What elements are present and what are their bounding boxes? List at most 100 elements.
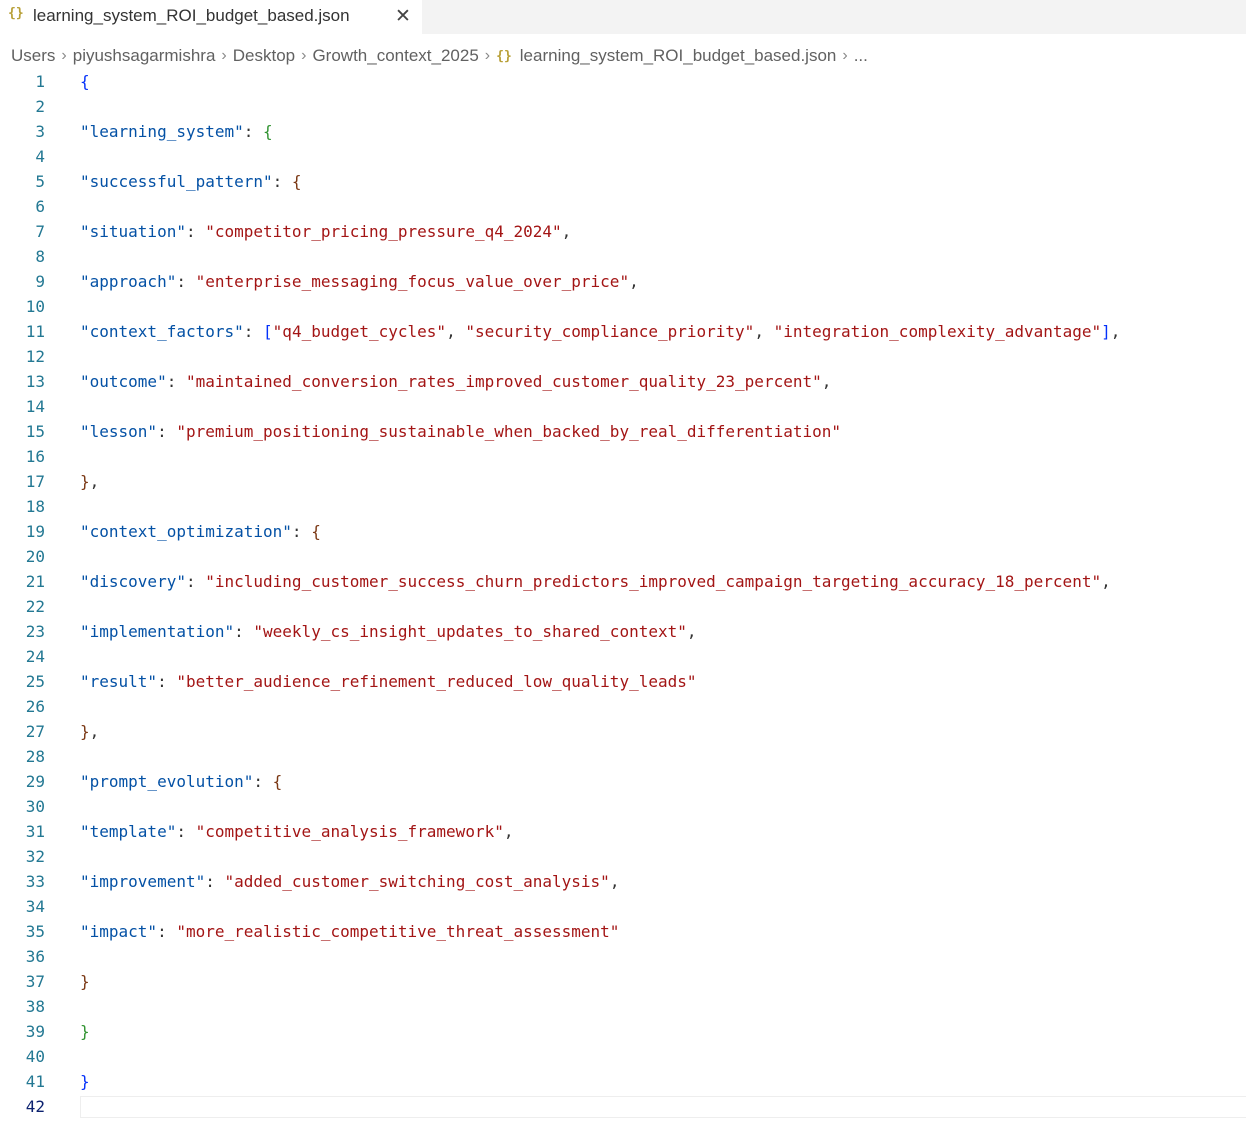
code-line[interactable]: 7 "situation": "competitor_pricing_pressu… [0, 220, 1246, 245]
code-token: "context_factors" [80, 322, 244, 341]
code-line[interactable]: 30 [0, 795, 1246, 820]
code-token: , [821, 372, 832, 391]
code-token: "added_customer_switching_cost_analysis" [224, 872, 610, 891]
breadcrumb-item-folder[interactable]: Growth_context_2025 [312, 46, 478, 66]
code-line[interactable]: 31 "template": "competitive_analysis_fram… [0, 820, 1246, 845]
line-number: 8 [35, 247, 45, 266]
code-line[interactable]: 28 [0, 745, 1246, 770]
code-line[interactable]: 16 [0, 445, 1246, 470]
code-token: , [89, 722, 100, 741]
code-line[interactable]: 36 [0, 945, 1246, 970]
breadcrumb-item-user[interactable]: piyushsagarmishra [73, 46, 216, 66]
code-line[interactable]: 18 [0, 495, 1246, 520]
line-number: 30 [25, 797, 45, 816]
line-content: } [80, 1022, 90, 1041]
breadcrumb-item-desktop[interactable]: Desktop [233, 46, 295, 66]
code-line[interactable]: 9 "approach": "enterprise_messaging_focus… [0, 270, 1246, 295]
code-token: : [234, 622, 254, 641]
code-line[interactable]: 14 [0, 395, 1246, 420]
line-content: "outcome": "maintained_conversion_rates_… [80, 372, 831, 391]
line-number: 16 [25, 447, 45, 466]
line-content: "lesson": "premium_positioning_sustainab… [80, 422, 841, 441]
code-line[interactable]: 38 [0, 995, 1246, 1020]
code-token: "context_optimization" [80, 522, 292, 541]
code-line[interactable]: 21 "discovery": "including_customer_succe… [0, 570, 1246, 595]
code-line[interactable]: 12 [0, 345, 1246, 370]
code-line[interactable]: 29 "prompt_evolution": { [0, 770, 1246, 795]
code-line[interactable]: 6 [0, 195, 1246, 220]
line-content: "prompt_evolution": { [80, 772, 282, 791]
code-token: "more_realistic_competitive_threat_asses… [176, 922, 620, 941]
code-token: "maintained_conversion_rates_improved_cu… [185, 372, 822, 391]
line-number: 4 [35, 147, 45, 166]
line-number: 23 [25, 622, 45, 641]
code-token: : [157, 922, 177, 941]
line-number: 1 [35, 72, 45, 91]
code-token: { [80, 72, 90, 91]
breadcrumb-item-file[interactable]: learning_system_ROI_budget_based.json [520, 46, 837, 66]
code-line[interactable]: 26 [0, 695, 1246, 720]
line-number: 9 [35, 272, 45, 291]
code-token: { [272, 772, 283, 791]
code-line[interactable]: 17}, [0, 470, 1246, 495]
code-line[interactable]: 25 "result": "better_audience_refinement_… [0, 670, 1246, 695]
code-line[interactable]: 19 "context_optimization": { [0, 520, 1246, 545]
code-token: } [80, 1072, 90, 1091]
code-line[interactable]: 11 "context_factors": ["q4_budget_cycles"… [0, 320, 1246, 345]
close-icon[interactable]: ✕ [395, 5, 411, 28]
code-line[interactable]: 37} [0, 970, 1246, 995]
code-editor[interactable]: 1{2 3 "learning_system": {4 5 "successful_pa… [0, 70, 1246, 1120]
code-token: : [157, 422, 177, 441]
code-line[interactable]: 8 [0, 245, 1246, 270]
line-number: 26 [25, 697, 45, 716]
chevron-right-icon: › [301, 47, 307, 64]
line-number: 34 [25, 897, 45, 916]
code-line[interactable]: 32 [0, 845, 1246, 870]
chevron-right-icon: › [221, 47, 227, 64]
code-line[interactable]: 34 [0, 895, 1246, 920]
code-token: "result" [80, 672, 158, 691]
code-line[interactable]: 2 [0, 95, 1246, 120]
code-line[interactable]: 5 "successful_pattern": { [0, 170, 1246, 195]
editor-tab[interactable]: {} learning_system_ROI_budget_based.json… [0, 0, 422, 34]
line-number: 37 [25, 972, 45, 991]
code-line[interactable]: 33 "improvement": "added_customer_switchi… [0, 870, 1246, 895]
line-content: "implementation": "weekly_cs_insight_upd… [80, 622, 697, 641]
code-line[interactable]: 15 "lesson": "premium_positioning_sustain… [0, 420, 1246, 445]
line-number: 32 [25, 847, 45, 866]
code-token: : [272, 172, 292, 191]
code-line[interactable]: 42 [0, 1095, 1246, 1120]
line-content: "approach": "enterprise_messaging_focus_… [80, 272, 639, 291]
code-line[interactable]: 3 "learning_system": { [0, 120, 1246, 145]
line-number: 12 [25, 347, 45, 366]
line-number: 15 [25, 422, 45, 441]
code-line[interactable]: 20 [0, 545, 1246, 570]
code-line[interactable]: 27}, [0, 720, 1246, 745]
code-token: "security_compliance_priority" [465, 322, 755, 341]
code-line[interactable]: 1{ [0, 70, 1246, 95]
code-token: , [446, 322, 466, 341]
code-line[interactable]: 13 "outcome": "maintained_conversion_rate… [0, 370, 1246, 395]
breadcrumb-item-more[interactable]: ... [854, 46, 868, 66]
code-line[interactable]: 23 "implementation": "weekly_cs_insight_u… [0, 620, 1246, 645]
code-line[interactable]: 35 "impact": "more_realistic_competitive_… [0, 920, 1246, 945]
code-line[interactable]: 24 [0, 645, 1246, 670]
code-token: , [629, 272, 639, 291]
code-line[interactable]: 22 [0, 595, 1246, 620]
line-number: 31 [25, 822, 45, 841]
line-number: 39 [25, 1022, 45, 1041]
code-token: : [176, 822, 196, 841]
code-line[interactable]: 39} [0, 1020, 1246, 1045]
code-line[interactable]: 10 [0, 295, 1246, 320]
code-line[interactable]: 4 [0, 145, 1246, 170]
code-token: "impact" [80, 922, 158, 941]
code-token: } [80, 472, 90, 491]
line-number: 38 [25, 997, 45, 1016]
code-line[interactable]: 40 [0, 1045, 1246, 1070]
line-content: "result": "better_audience_refinement_re… [80, 672, 697, 691]
line-number: 20 [25, 547, 45, 566]
code-token: "enterprise_messaging_focus_value_over_p… [195, 272, 630, 291]
line-number: 41 [25, 1072, 45, 1091]
breadcrumb-item-users[interactable]: Users [11, 46, 55, 66]
code-line[interactable]: 41} [0, 1070, 1246, 1095]
